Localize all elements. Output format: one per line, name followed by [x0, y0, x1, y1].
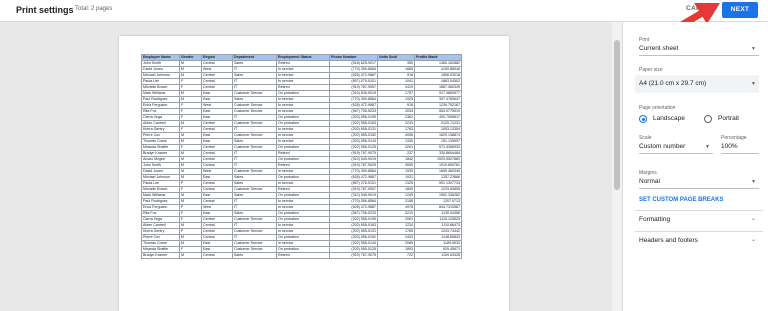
chevron-down-icon: ⌄ — [751, 216, 757, 222]
table-cell: 1109.63428 — [414, 252, 462, 259]
margins-select[interactable]: Normal — [639, 178, 660, 185]
table-cell: Sales — [232, 252, 277, 259]
chevron-down-icon: ▼ — [705, 144, 710, 150]
sheet-body: John Smith M Central Sales Retired (518) 625-… — [141, 60, 462, 259]
table-cell: Bradyn Kramer — [141, 252, 180, 259]
margins-label: Margins — [639, 170, 657, 176]
percentage-label: Percentage — [721, 135, 747, 141]
spreadsheet-preview: Employee Name Gender Region Department E… — [141, 54, 462, 259]
paper-size-value: A4 (21.0 cm x 29.7 cm) — [639, 80, 707, 87]
paper-size-select[interactable]: A4 (21.0 cm x 29.7 cm) ▼ — [635, 75, 759, 93]
formatting-label: Formatting — [639, 216, 671, 223]
top-bar: Print settings Total: 2 pages CANCEL NEX… — [0, 0, 768, 50]
table-cell: Central — [201, 252, 233, 259]
settings-panel: Print Current sheet ▼ Paper size A4 (21.… — [622, 22, 768, 311]
scrollbar-thumb[interactable] — [614, 40, 620, 190]
table-row: Bradyn Kramer M Central Sales Retired (919) 7… — [141, 252, 462, 259]
portrait-label: Portrait — [718, 115, 739, 122]
margins-select-underline — [639, 188, 759, 189]
percentage-underline — [721, 153, 759, 154]
scale-label: Scale — [639, 135, 652, 141]
scale-select-underline — [639, 153, 713, 154]
total-pages: Total: 2 pages — [75, 6, 113, 12]
formatting-section[interactable]: Formatting ⌄ — [635, 210, 763, 228]
set-custom-page-breaks-link[interactable]: SET CUSTOM PAGE BREAKS — [639, 197, 723, 203]
print-select[interactable]: Current sheet — [639, 45, 678, 52]
orientation-label: Page orientation — [639, 105, 676, 111]
print-select-underline — [639, 55, 759, 56]
portrait-radio[interactable] — [704, 115, 712, 123]
chevron-down-icon: ▼ — [751, 179, 756, 185]
table-cell: (919) 767-9075 — [329, 252, 378, 259]
next-button[interactable]: NEXT — [722, 2, 758, 18]
percentage-input[interactable]: 100% — [721, 143, 738, 150]
preview-scrollbar[interactable] — [612, 22, 622, 311]
headers-footers-label: Headers and footers — [639, 237, 698, 244]
preview-page: Employee Name Gender Region Department E… — [119, 36, 509, 311]
print-label: Print — [639, 37, 650, 43]
chevron-down-icon: ⌄ — [751, 237, 757, 243]
table-cell: Retired — [276, 252, 330, 259]
paper-size-label: Paper size — [639, 67, 663, 73]
chevron-down-icon: ▼ — [751, 81, 756, 87]
landscape-radio[interactable] — [639, 115, 647, 123]
landscape-label: Landscape — [653, 115, 685, 122]
page-title: Print settings — [16, 5, 74, 15]
scale-select[interactable]: Custom number — [639, 143, 685, 150]
headers-footers-section[interactable]: Headers and footers ⌄ — [635, 231, 763, 249]
table-cell: 722 — [377, 252, 415, 259]
print-preview-area: Employee Name Gender Region Department E… — [0, 22, 622, 311]
chevron-down-icon: ▼ — [751, 46, 756, 52]
table-cell: M — [179, 252, 202, 259]
